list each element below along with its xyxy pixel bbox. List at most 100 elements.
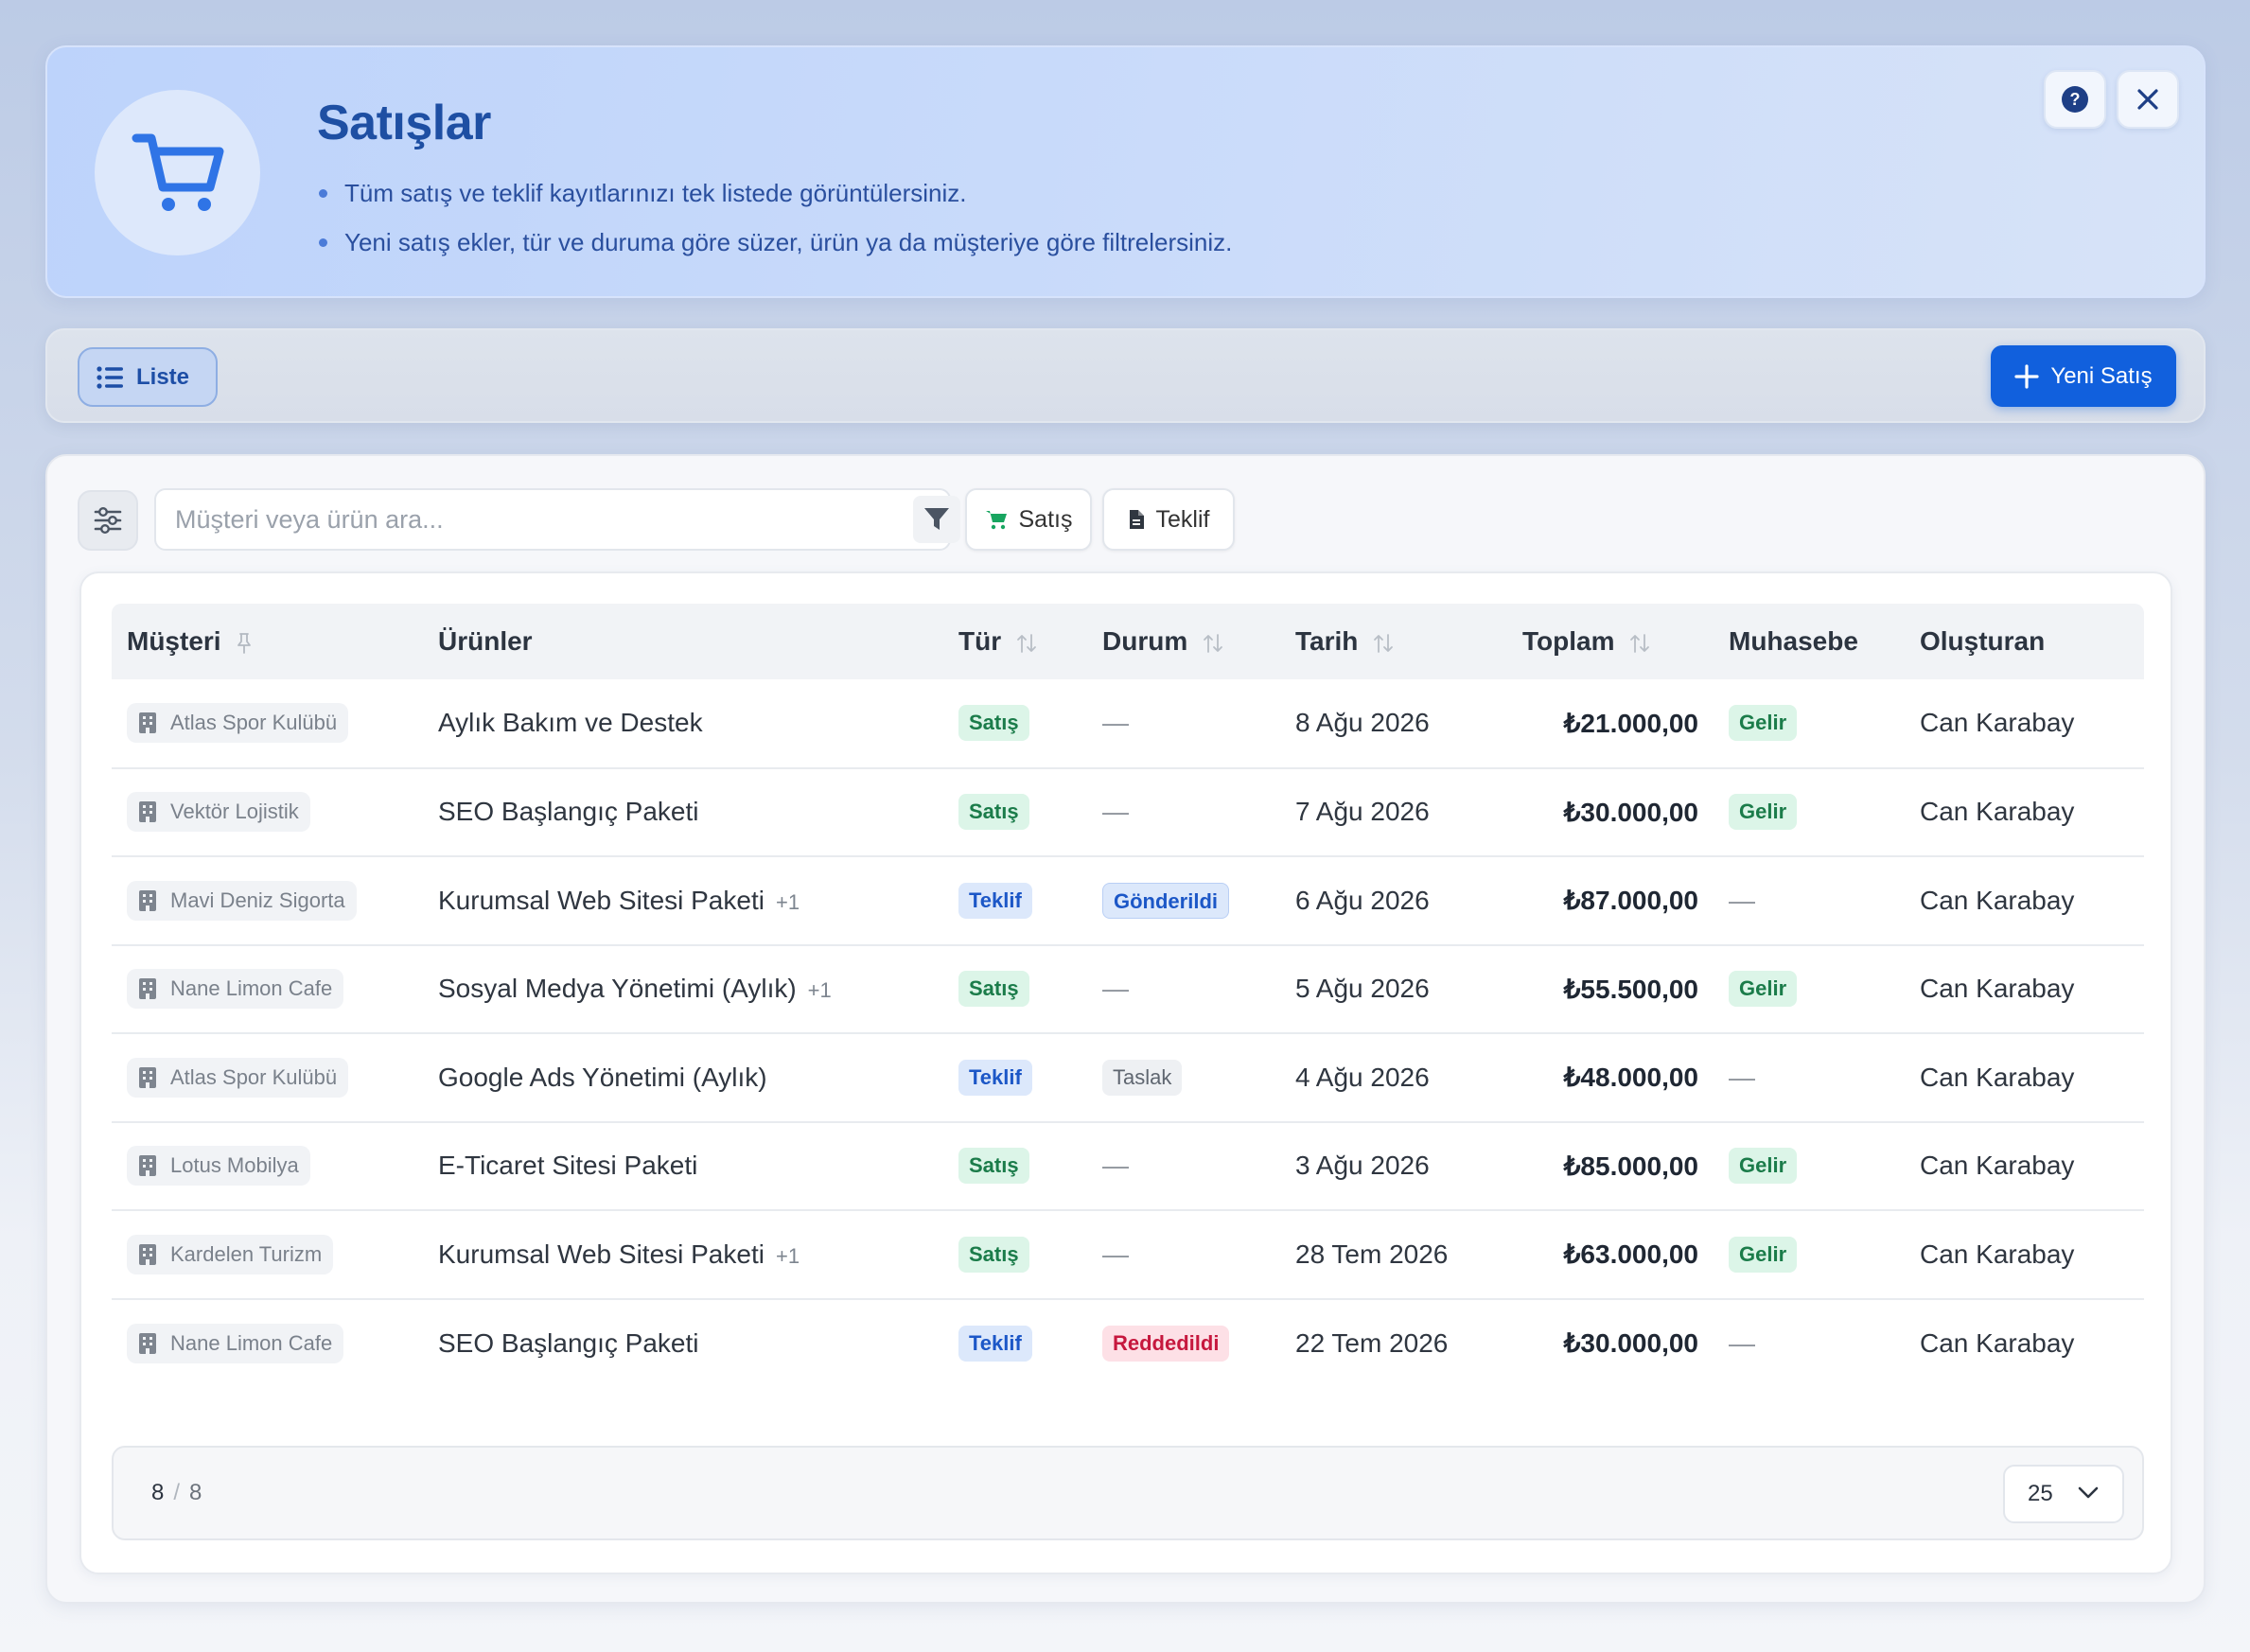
cell-products: SEO Başlangıç Paketi: [438, 768, 958, 857]
sort-icon[interactable]: [1629, 633, 1650, 654]
more-products-count[interactable]: +1: [776, 1244, 800, 1268]
type-badge: Teklif: [958, 1059, 1032, 1096]
cell-accounting: —: [1729, 1033, 1920, 1122]
building-icon: [139, 801, 156, 823]
cell-date: 7 Ağu 2026: [1295, 797, 1430, 827]
sort-icon[interactable]: [1373, 633, 1394, 654]
column-header-type[interactable]: Tür: [958, 604, 1102, 679]
sort-icon[interactable]: [1203, 633, 1223, 654]
more-products-count[interactable]: +1: [776, 890, 800, 914]
column-header-total[interactable]: Toplam: [1522, 604, 1729, 679]
cell-type: Satış: [958, 768, 1102, 857]
customer-chip[interactable]: Atlas Spor Kulübü: [127, 703, 349, 744]
new-sale-label: Yeni Satış: [2050, 362, 2153, 389]
help-button[interactable]: ?: [2044, 70, 2106, 129]
sliders-icon: [94, 507, 122, 534]
accounting-badge: Gelir: [1729, 705, 1798, 742]
list-view-button[interactable]: Liste: [78, 347, 218, 407]
product-name: SEO Başlangıç Paketi: [438, 1327, 699, 1358]
customer-name: Lotus Mobilya: [170, 1153, 299, 1178]
cell-type: Satış: [958, 945, 1102, 1034]
cell-products: SEO Başlangıç Paketi: [438, 1299, 958, 1388]
column-header-customer[interactable]: Müşteri: [112, 604, 438, 679]
customer-chip[interactable]: Atlas Spor Kulübü: [127, 1057, 349, 1098]
table-row[interactable]: Lotus Mobilya E-Ticaret Sitesi Paketi Satı…: [112, 1122, 2144, 1211]
filter-chip-quote[interactable]: Teklif: [1102, 488, 1235, 551]
accounting-badge: Gelir: [1729, 1236, 1798, 1273]
cell-status: —: [1102, 679, 1295, 768]
table-row[interactable]: Vektör Lojistik SEO Başlangıç Paketi Satış…: [112, 768, 2144, 857]
cell-accounting: —: [1729, 1299, 1920, 1388]
cell-status: Taslak: [1102, 1033, 1295, 1122]
customer-chip[interactable]: Nane Limon Cafe: [127, 1323, 344, 1363]
cell-accounting: Gelir: [1729, 945, 1920, 1034]
cell-creator: Can Karabay: [1920, 1327, 2075, 1358]
customer-chip[interactable]: Nane Limon Cafe: [127, 969, 344, 1010]
page-size-select[interactable]: 25: [2003, 1465, 2124, 1523]
column-header-date[interactable]: Tarih: [1295, 604, 1522, 679]
table-row[interactable]: Nane Limon Cafe Sosyal Medya Yönetimi (Ay…: [112, 945, 2144, 1034]
customer-name: Nane Limon Cafe: [170, 1330, 333, 1355]
cell-customer: Mavi Deniz Sigorta: [112, 856, 438, 945]
list-view-label: Liste: [136, 363, 190, 390]
record-count: 8 / 8: [151, 1480, 202, 1505]
customer-chip[interactable]: Lotus Mobilya: [127, 1146, 310, 1186]
customer-name: Vektör Lojistik: [170, 800, 299, 824]
customer-chip[interactable]: Vektör Lojistik: [127, 792, 310, 833]
cell-products: Sosyal Medya Yönetimi (Aylık) +1: [438, 945, 958, 1034]
customer-chip[interactable]: Kardelen Turizm: [127, 1234, 334, 1274]
table-row[interactable]: Mavi Deniz Sigorta Kurumsal Web Sitesi Pa…: [112, 856, 2144, 945]
cell-customer: Kardelen Turizm: [112, 1210, 438, 1299]
type-badge: Satış: [958, 794, 1029, 831]
cell-products: Aylık Bakım ve Destek: [438, 679, 958, 768]
cell-creator: Can Karabay: [1920, 885, 2075, 915]
filter-settings-button[interactable]: [78, 490, 138, 551]
document-icon: [1129, 510, 1144, 529]
banner-description: Tüm satış ve teklif kayıtlarınızı tek li…: [317, 168, 1232, 267]
table-row[interactable]: Kardelen Turizm Kurumsal Web Sitesi Paket…: [112, 1210, 2144, 1299]
building-icon: [139, 978, 156, 1000]
pagination-bar: 8 / 8 25: [112, 1446, 2144, 1540]
sort-icon[interactable]: [1016, 633, 1037, 654]
status-empty: —: [1102, 708, 1129, 738]
search-input[interactable]: [175, 490, 837, 549]
status-empty: —: [1102, 974, 1129, 1004]
customer-name: Atlas Spor Kulübü: [170, 1064, 338, 1089]
cell-type: Satış: [958, 1122, 1102, 1211]
customer-name: Nane Limon Cafe: [170, 976, 333, 1001]
search-filter-button[interactable]: [913, 496, 960, 543]
page-size-value: 25: [2028, 1481, 2053, 1506]
customer-chip[interactable]: Mavi Deniz Sigorta: [127, 880, 357, 921]
customer-name: Atlas Spor Kulübü: [170, 711, 338, 735]
sales-list-card: Satış Teklif Müşteri: [45, 454, 2206, 1604]
plus-icon: [2014, 363, 2039, 389]
cell-accounting: Gelir: [1729, 1122, 1920, 1211]
building-icon: [139, 1155, 156, 1177]
table-row[interactable]: Nane Limon Cafe SEO Başlangıç Paketi Tekli…: [112, 1299, 2144, 1388]
cell-total: ₺85.000,00: [1563, 1151, 1698, 1181]
cell-status: —: [1102, 1122, 1295, 1211]
cell-customer: Lotus Mobilya: [112, 1122, 438, 1211]
new-sale-button[interactable]: Yeni Satış: [1991, 345, 2176, 407]
sales-table-card: Müşteri Ürünler Tür Durum Tarih Toplam M…: [79, 571, 2172, 1574]
cell-products: Kurumsal Web Sitesi Paketi +1: [438, 856, 958, 945]
more-products-count[interactable]: +1: [808, 978, 832, 1002]
filter-chip-sale[interactable]: Satış: [965, 488, 1092, 551]
question-circle-icon: ?: [2062, 86, 2088, 113]
cell-creator: Can Karabay: [1920, 1239, 2075, 1269]
pin-icon[interactable]: [236, 632, 253, 655]
table-row[interactable]: Atlas Spor Kulübü Google Ads Yönetimi (Ay…: [112, 1033, 2144, 1122]
type-badge: Teklif: [958, 882, 1032, 919]
type-badge: Satış: [958, 705, 1029, 742]
cell-total: ₺87.000,00: [1563, 886, 1698, 916]
cell-status: —: [1102, 945, 1295, 1034]
product-name: Google Ads Yönetimi (Aylık): [438, 1062, 767, 1092]
table-row[interactable]: Atlas Spor Kulübü Aylık Bakım ve Destek Sa…: [112, 679, 2144, 768]
banner-bullet: Tüm satış ve teklif kayıtlarınızı tek li…: [317, 168, 1232, 218]
cell-type: Teklif: [958, 1033, 1102, 1122]
close-button[interactable]: [2117, 70, 2179, 129]
type-badge: Satış: [958, 971, 1029, 1008]
column-header-status[interactable]: Durum: [1102, 604, 1295, 679]
cell-creator: Can Karabay: [1920, 1151, 2075, 1181]
cell-products: Kurumsal Web Sitesi Paketi +1: [438, 1210, 958, 1299]
